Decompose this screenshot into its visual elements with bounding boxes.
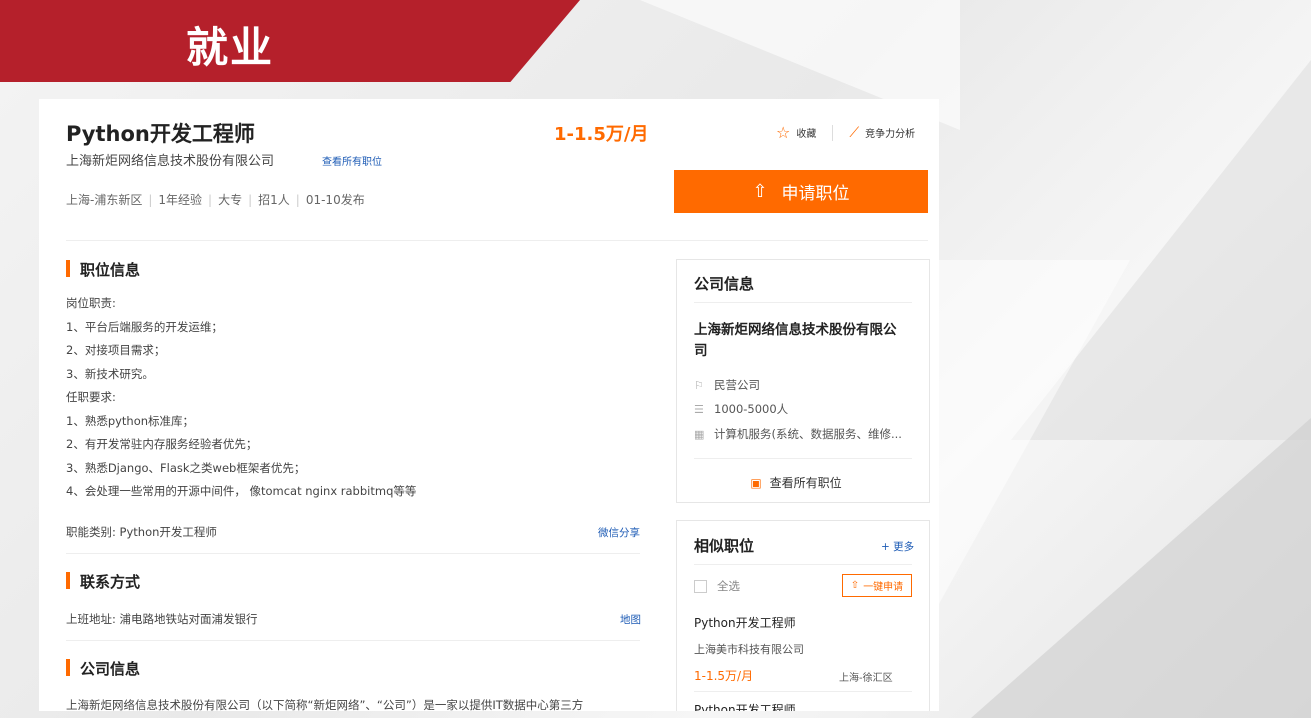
panel-view-all-jobs[interactable]: ▣ 查看所有职位 xyxy=(677,474,915,491)
job-title: Python开发工程师 xyxy=(66,122,255,146)
company-info-panel: 公司信息 上海新炬网络信息技术股份有限公司 ⚐ 民营公司 ☰ 1000-5000… xyxy=(676,259,930,503)
one-click-label: 一键申请 xyxy=(863,582,904,593)
building-icon: ▦ xyxy=(694,427,705,441)
description-line: 3、熟悉Django、Flask之类web框架者优先； xyxy=(66,460,306,475)
star-icon: ☆ xyxy=(776,123,791,142)
header-banner xyxy=(0,0,580,82)
company-size: ☰ 1000-5000人 xyxy=(694,401,788,417)
description-line: 岗位职责: xyxy=(66,296,116,310)
company-size-value: 1000-5000人 xyxy=(714,402,789,416)
company-industry: ▦ 计算机服务(系统、数据服务、维修... xyxy=(694,426,902,442)
job-publish-date: 01-10发布 xyxy=(305,193,365,207)
similar-jobs-panel: 相似职位 + 更多 全选 ⇧ 一键申请 Python开发工程师 上海美市科技有限公… xyxy=(676,520,930,711)
panel-title-similar: 相似职位 xyxy=(694,537,755,555)
company-type-value: 民营公司 xyxy=(714,378,760,392)
company-name[interactable]: 上海新炬网络信息技术股份有限公司 xyxy=(66,150,274,169)
job-salary: 1-1.5万/月 xyxy=(554,124,649,145)
trend-chart-icon: ⟋ xyxy=(849,124,860,141)
view-all-jobs-link[interactable]: 查看所有职位 xyxy=(322,153,382,168)
upload-arrow-icon: ⇧ xyxy=(850,580,860,591)
job-detail-card: Python开发工程师 1-1.5万/月 上海新炬网络信息技术股份有限公司 查看… xyxy=(39,99,939,711)
flag-icon: ⚐ xyxy=(694,378,704,392)
map-link[interactable]: 地图 xyxy=(620,612,641,627)
favorite-button[interactable]: ☆ 收藏 xyxy=(776,123,816,142)
similar-job-location: 上海-徐汇区 xyxy=(839,673,893,684)
one-click-apply-button[interactable]: ⇧ 一键申请 xyxy=(842,574,912,597)
job-headcount: 招1人 xyxy=(258,193,290,207)
job-category: 职能类别: Python开发工程师 xyxy=(66,525,217,539)
panel-company-name[interactable]: 上海新炬网络信息技术股份有限公司 xyxy=(694,320,904,362)
more-similar-link[interactable]: + 更多 xyxy=(881,539,914,554)
description-line: 1、熟悉python标准库； xyxy=(66,413,195,428)
checkbox-icon xyxy=(694,579,707,593)
panel-title-company: 公司信息 xyxy=(694,275,755,293)
job-education: 大专 xyxy=(218,193,243,207)
job-meta: 上海-浦东新区 | 1年经验 | 大专 | 招1人 | 01-10发布 xyxy=(66,193,365,207)
description-line: 2、有开发常驻内存服务经验者优先； xyxy=(66,437,258,451)
list-icon: ☰ xyxy=(694,402,704,416)
apply-job-button[interactable]: ⇧ 申请职位 xyxy=(674,170,928,213)
description-line: 2、对接项目需求； xyxy=(66,343,166,357)
wechat-share-link[interactable]: 微信分享 xyxy=(598,525,640,540)
description-line: 任职要求: xyxy=(66,390,116,404)
similar-job-company[interactable]: 上海美市科技有限公司 xyxy=(694,641,804,657)
description-line: 4、会处理一些常用的开源中间件， 像tomcat nginx rabbitmq等… xyxy=(66,484,417,498)
upload-arrow-icon: ⇧ xyxy=(752,181,768,202)
banner-title: 就业 xyxy=(186,23,275,72)
job-experience: 1年经验 xyxy=(158,193,203,207)
select-all-label: 全选 xyxy=(717,579,740,593)
panel-view-all-label: 查看所有职位 xyxy=(769,476,842,490)
company-type: ⚐ 民营公司 xyxy=(694,377,760,393)
job-description: 岗位职责: 1、平台后端服务的开发运维； 2、对接项目需求； 3、新技术研究。 … xyxy=(66,296,416,508)
section-title-company-info: 公司信息 xyxy=(66,658,140,679)
company-industry-value: 计算机服务(系统、数据服务、维修... xyxy=(714,427,902,441)
section-title-job-info: 职位信息 xyxy=(66,259,140,280)
competitiveness-analysis-button[interactable]: ⟋ 竞争力分析 xyxy=(849,125,915,141)
apply-label: 申请职位 xyxy=(781,184,850,204)
work-address: 上班地址: 浦电路地铁站对面浦发银行 xyxy=(66,612,258,626)
briefcase-icon: ▣ xyxy=(750,476,762,490)
similar-job-title[interactable]: Python开发工程师 xyxy=(694,614,796,631)
job-location: 上海-浦东新区 xyxy=(66,193,143,207)
similar-job-title[interactable]: Python开发工程师 xyxy=(694,701,796,711)
select-all-checkbox[interactable]: 全选 xyxy=(694,578,740,594)
similar-job-salary: 1-1.5万/月 xyxy=(694,669,754,683)
favorite-label: 收藏 xyxy=(796,129,817,140)
company-description: 上海新炬网络信息技术股份有限公司（以下简称“新炬网络”、“公司”）是一家以提供I… xyxy=(66,698,584,711)
section-title-contact: 联系方式 xyxy=(66,571,140,592)
description-line: 1、平台后端服务的开发运维； xyxy=(66,319,223,334)
job-actions: ☆ 收藏 ⟋ 竞争力分析 xyxy=(776,123,915,142)
analysis-label: 竞争力分析 xyxy=(865,129,916,140)
description-line: 3、新技术研究。 xyxy=(66,366,154,381)
